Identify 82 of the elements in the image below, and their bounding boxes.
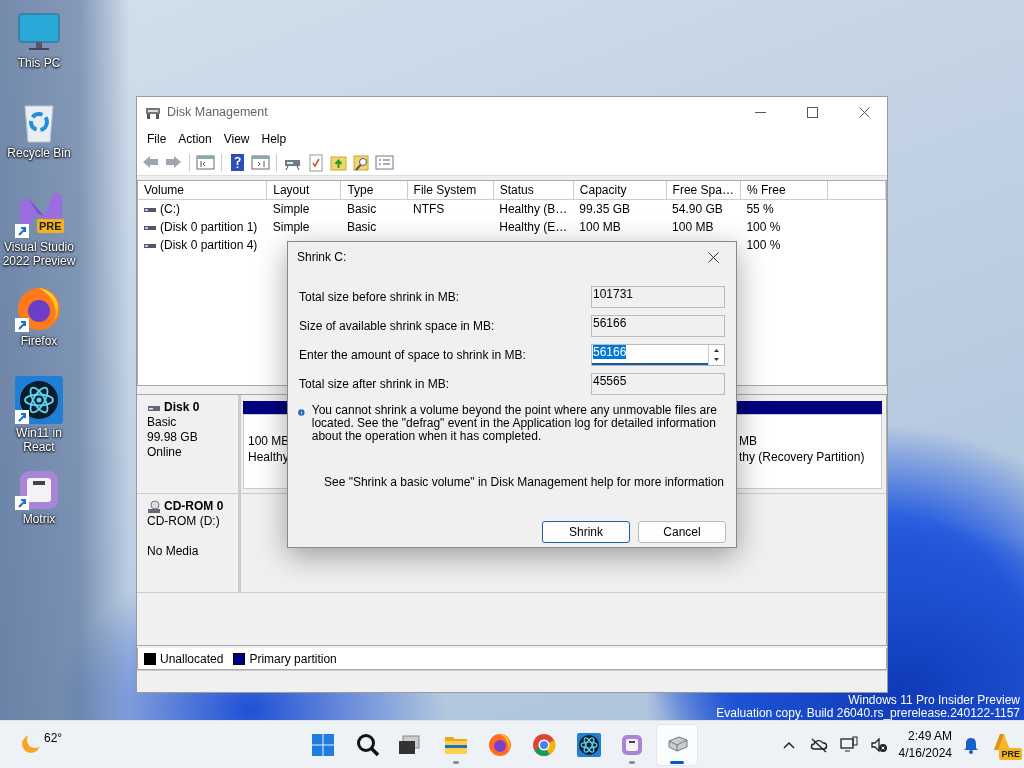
field-label: Enter the amount of space to shrink in MB:: [299, 346, 527, 364]
dialog-title: Shrink C:: [297, 249, 347, 266]
column-header[interactable]: File System: [413, 183, 477, 197]
dialog-button[interactable]: Shrink: [542, 521, 630, 543]
readonly-field: 101731: [591, 285, 725, 308]
close-icon: [858, 107, 870, 118]
disk-info: Basic: [147, 415, 178, 430]
disk-info: CD-ROM (D:): [147, 514, 221, 529]
column-header[interactable]: Volume: [144, 183, 185, 197]
table-cell: 100 %: [746, 220, 781, 234]
table-cell: 54.90 GB: [672, 202, 723, 216]
table-cell: Simple: [272, 220, 310, 234]
help-text: See "Shrink a basic volume" in Disk Management help for more information: [324, 474, 726, 491]
bell-icon[interactable]: [962, 736, 980, 754]
field-label: Total size before shrink in MB:: [299, 288, 461, 306]
column-header[interactable]: Status: [499, 183, 534, 197]
disk-name: CD-ROM 0: [164, 499, 224, 514]
table-cell: Healthy (B…: [499, 202, 568, 216]
windows-logo-icon: [309, 731, 337, 759]
table-cell: Simple: [272, 202, 310, 216]
column-header[interactable]: Free Spa…: [672, 183, 734, 197]
partition-info: thy (Recovery Partition): [739, 449, 866, 465]
folder-search-icon[interactable]: [352, 153, 371, 172]
table-cell: 100 MB: [672, 220, 714, 234]
checklist-icon[interactable]: [306, 153, 325, 172]
react-icon: [575, 731, 603, 759]
table-cell: 100 MB: [579, 220, 621, 234]
folder-up-icon[interactable]: [329, 153, 348, 172]
watermark-text: Windows 11 Pro Insider Preview: [847, 694, 1020, 707]
legend-label: Primary partition: [249, 651, 337, 666]
react-icon: [15, 376, 63, 424]
readonly-field: 56166: [591, 314, 725, 337]
partition-info: Healthy: [248, 449, 285, 465]
weather-temperature: 62°: [44, 730, 63, 747]
table-cell: NTFS: [413, 202, 445, 216]
table-cell: (C:): [160, 202, 180, 216]
legend-label: Unallocated: [160, 651, 224, 666]
app-icon: [19, 470, 59, 510]
help-icon[interactable]: [228, 153, 247, 172]
field-label: Total size after shrink in MB:: [299, 375, 451, 393]
cd-drive-icon: [147, 499, 161, 514]
console-tree-icon[interactable]: [196, 153, 215, 172]
partition-info: MB: [739, 433, 758, 449]
clock[interactable]: 2:49 AM 4/16/2024: [898, 728, 952, 762]
table-cell: (Disk 0 partition 1): [160, 220, 258, 234]
chrome-icon: [530, 731, 558, 759]
disk-info: No Media: [147, 544, 200, 559]
column-header[interactable]: Type: [347, 183, 374, 197]
menu-item[interactable]: Action: [172, 130, 218, 148]
table-cell: 99.35 GB: [579, 202, 630, 216]
table-cell: Basic: [346, 202, 377, 216]
firefox-icon: [486, 731, 514, 759]
desktop-shortcut[interactable]: PRE Visual Studio 2022 Preview: [0, 188, 78, 268]
search-icon: [354, 731, 382, 759]
disk-name: Disk 0: [164, 400, 200, 415]
disk-info: 99.98 GB: [147, 430, 199, 445]
maximize-icon: [806, 107, 818, 118]
spin-button[interactable]: [708, 344, 724, 365]
badge-label: PRE: [999, 748, 1022, 760]
close-icon: [707, 251, 719, 263]
menu-item[interactable]: File: [141, 130, 173, 148]
disk-info: Online: [147, 445, 183, 460]
dialog-button[interactable]: Cancel: [638, 521, 726, 543]
table-cell: (Disk 0 partition 4): [160, 238, 258, 252]
field-label: Size of available shrink space in MB:: [299, 317, 496, 335]
table-cell: 55 %: [746, 202, 774, 216]
watermark-text: Evaluation copy. Build 26040.rs_prerelease.240122-1157: [716, 707, 1020, 720]
column-header[interactable]: Layout: [273, 183, 310, 197]
badge-label: PRE: [37, 219, 64, 233]
table-cell: Healthy (E…: [499, 220, 568, 234]
column-header[interactable]: Capacity: [579, 183, 627, 197]
menu-item[interactable]: View: [217, 130, 256, 148]
table-cell: Basic: [346, 220, 377, 234]
column-header[interactable]: % Free: [746, 183, 786, 197]
volume-muted-icon[interactable]: [868, 735, 889, 755]
network-icon[interactable]: [838, 735, 859, 755]
info-text: You cannot shrink a volume beyond the point where any unmovable files are located. See the "defrag" event in the Application log for detailed information about the operation when it has completed.: [311, 404, 718, 443]
readonly-field: 45565: [591, 372, 725, 395]
input-field[interactable]: 56166: [592, 344, 708, 365]
table-cell: 100 %: [746, 238, 781, 252]
menu-item[interactable]: Help: [255, 130, 293, 148]
window-title: Disk Management: [167, 104, 269, 122]
